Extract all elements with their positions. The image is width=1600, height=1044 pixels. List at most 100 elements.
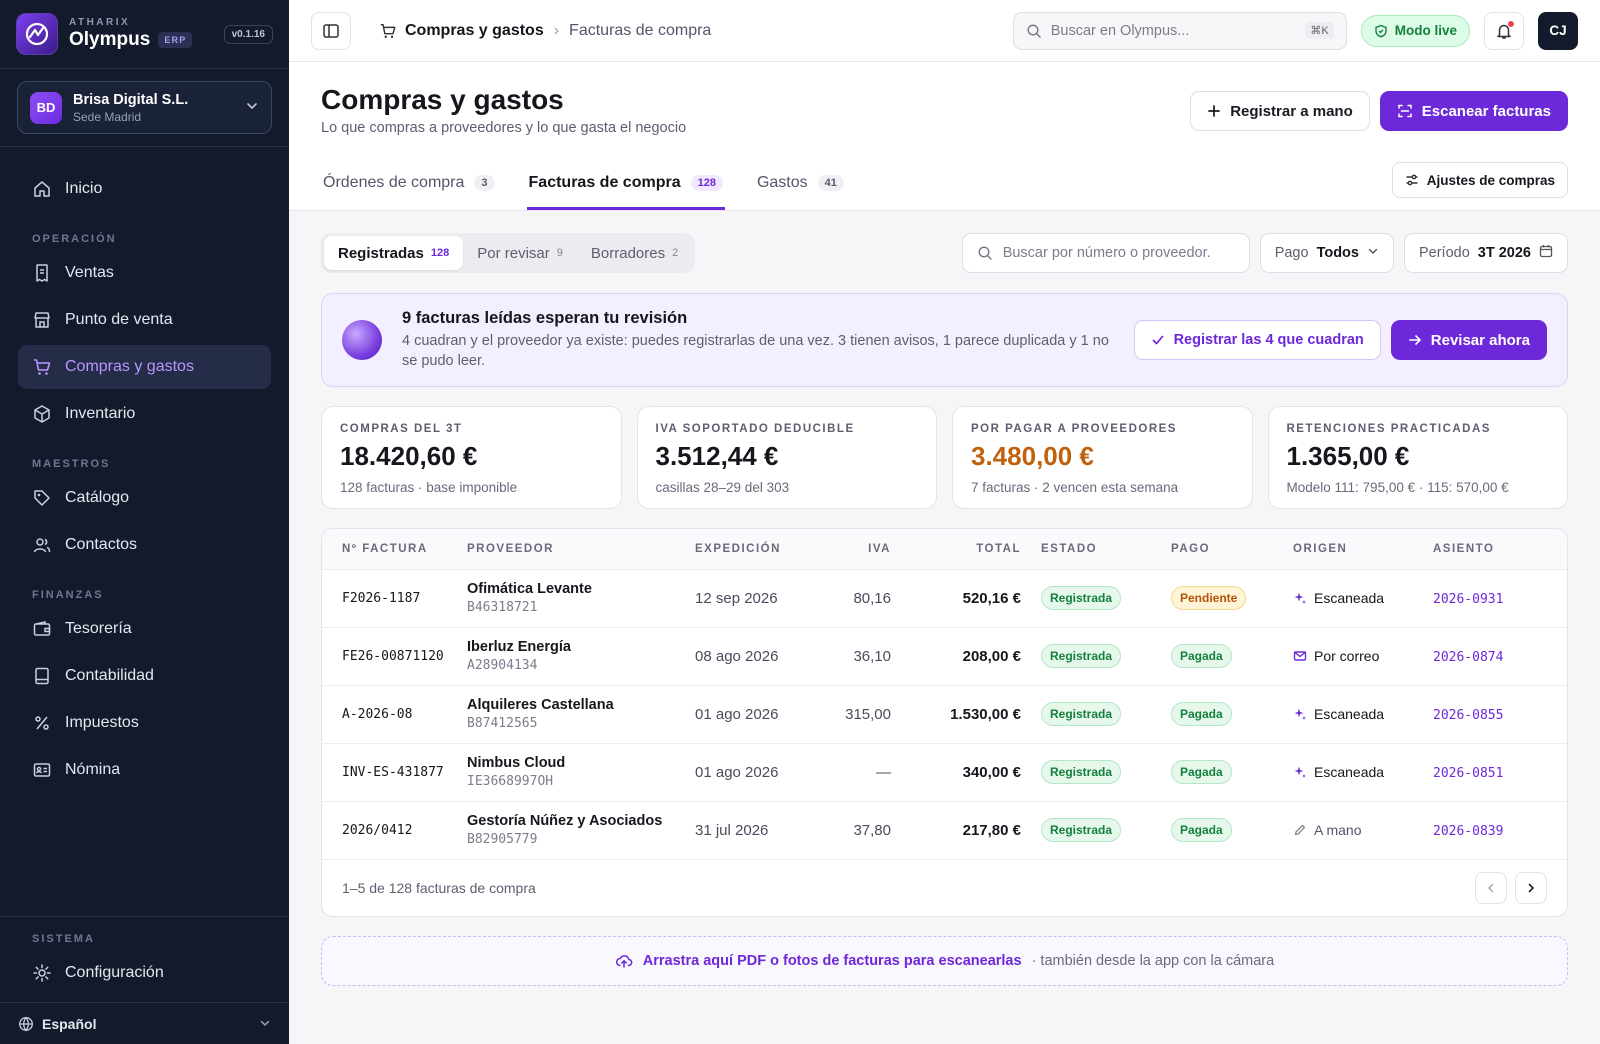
invoice-search-placeholder: Buscar por número o proveedor. [1002,245,1211,261]
company-name: Brisa Digital S.L. [73,91,189,108]
sidebar-item-impuestos[interactable]: Impuestos [18,701,271,745]
next-page-button[interactable] [1515,871,1547,904]
invoice-number: FE26-00871120 [322,627,457,686]
payment-filter-select[interactable]: Pago Todos [1259,233,1394,273]
main-area: Compras y gastos › Facturas de compra Bu… [289,0,1600,1044]
register-manual-label: Registrar a mano [1230,102,1353,120]
invoice-search-input[interactable]: Buscar por número o proveedor. [961,233,1250,273]
sidebar-item-inventario[interactable]: Inventario [18,392,271,436]
chevron-down-icon [1367,245,1379,261]
user-avatar[interactable]: CJ [1538,11,1578,50]
filters-bar: Registradas 128 Por revisar 9 Borradores… [321,233,1568,273]
column-header[interactable]: EXPEDICIÓN [685,529,811,570]
column-header[interactable]: Nº FACTURA [322,529,457,570]
column-header[interactable]: ESTADO [1031,529,1161,570]
register-matching-button[interactable]: Registrar las 4 que cuadran [1133,320,1381,360]
table-row[interactable]: 2026/0412 Gestoría Núñez y Asociados B82… [322,801,1567,860]
origin-text: Escaneada [1314,764,1385,780]
id-card-icon [33,763,51,777]
status-badge: Registrada [1041,644,1122,668]
segment-por-revisar[interactable]: Por revisar 9 [463,236,577,270]
sidebar-item-label: Tesorería [65,620,132,637]
column-header[interactable]: TOTAL [901,529,1031,570]
sidebar-item-catalogo[interactable]: Catálogo [18,476,271,520]
supplier-name: Alquileres Castellana [467,697,614,713]
language-selector[interactable]: Español [0,1002,289,1044]
scan-icon [1398,104,1412,118]
kpi-card-iva: IVA SOPORTADO DEDUCIBLE 3.512,44 € casil… [636,406,937,509]
supplier-tax-id: B87412565 [467,716,538,731]
journal-entry-link[interactable]: 2026-0839 [1433,824,1503,839]
notifications-button[interactable] [1484,11,1524,50]
sidebar-item-ventas[interactable]: Ventas [18,251,271,295]
column-header[interactable]: PAGO [1161,529,1283,570]
table-row[interactable]: F2026-1187 Ofimática Levante B46318721 1… [322,569,1567,628]
chevron-left-icon [1487,883,1494,892]
nav-section-sistema: SISTEMA [32,933,95,945]
column-header[interactable]: IVA [811,529,901,570]
segment-registradas[interactable]: Registradas 128 [324,236,464,270]
sidebar-item-contabilidad[interactable]: Contabilidad [18,654,271,698]
payment-cell: Pagada [1161,685,1283,744]
issue-date: 08 ago 2026 [685,627,811,686]
journal-entry-link[interactable]: 2026-0931 [1433,592,1503,607]
segment-borradores[interactable]: Borradores 2 [577,236,692,270]
scan-invoices-label: Escanear facturas [1421,102,1551,120]
table-row[interactable]: INV-ES-431877 Nimbus Cloud IE3668997OH 0… [322,743,1567,802]
sidebar-item-inicio[interactable]: Inicio [18,167,271,211]
status-cell: Registrada [1031,627,1161,686]
scan-invoices-button[interactable]: Escanear facturas [1379,91,1568,131]
column-header[interactable]: ORIGEN [1283,529,1423,570]
status-cell: Registrada [1031,569,1161,628]
banner-description: 4 cuadran y el proveedor ya existe: pued… [402,332,1109,369]
prev-page-button[interactable] [1475,871,1507,904]
kpi-label: RETENCIONES PRACTICADAS [1286,423,1491,435]
period-filter-label: Período [1418,245,1470,261]
supplier-cell: Ofimática Levante B46318721 [457,569,685,628]
column-header[interactable]: PROVEEDOR [457,529,685,570]
breadcrumb-parent[interactable]: Compras y gastos [405,22,544,40]
toggle-sidebar-button[interactable] [311,11,351,50]
ai-orb-icon [342,320,382,360]
sidebar-item-contactos[interactable]: Contactos [18,523,271,567]
table-row[interactable]: A-2026-08 Alquileres Castellana B8741256… [322,685,1567,744]
sidebar-item-tesoreria[interactable]: Tesorería [18,607,271,651]
tab-ordenes-de-compra[interactable]: Órdenes de compra 3 [321,158,497,210]
home-icon [34,181,50,197]
table-row[interactable]: FE26-00871120 Iberluz Energía A28904134 … [322,627,1567,686]
company-switcher[interactable]: BD Brisa Digital S.L. Sede Madrid [17,81,272,134]
global-search-input[interactable]: Buscar en Olympus... ⌘K [1012,11,1347,50]
sidebar-item-configuracion[interactable]: Configuración [18,951,271,995]
journal-entry-link[interactable]: 2026-0851 [1433,766,1503,781]
register-manual-button[interactable]: Registrar a mano [1190,91,1370,131]
percent-icon [35,716,49,730]
tab-facturas-de-compra[interactable]: Facturas de compra 128 [526,158,725,210]
shield-icon [1375,24,1387,38]
kpi-card-retenciones: RETENCIONES PRACTICADAS 1.365,00 € Model… [1267,406,1568,509]
live-mode-badge[interactable]: Modo live [1360,14,1470,47]
sidebar-item-punto-de-venta[interactable]: Punto de venta [18,298,271,342]
tabs-row: Órdenes de compra 3 Facturas de compra 1… [321,158,1568,210]
invoice-number: A-2026-08 [322,685,457,744]
purchase-settings-button[interactable]: Ajustes de compras [1391,162,1568,198]
page-content: Registradas 128 Por revisar 9 Borradores… [289,211,1600,986]
receipt-icon [36,264,48,282]
kpi-label: COMPRAS DEL 3T [340,423,463,435]
tab-gastos[interactable]: Gastos 41 [755,158,846,210]
sliders-icon [1406,174,1418,186]
kpi-sub: Modelo 111: 795,00 € · 115: 570,00 € [1286,480,1509,495]
invoice-dropzone[interactable]: Arrastra aquí PDF o fotos de facturas pa… [321,935,1568,986]
column-header[interactable]: ASIENTO [1423,529,1567,570]
review-now-button[interactable]: Revisar ahora [1390,320,1547,360]
sidebar-item-compras-y-gastos[interactable]: Compras y gastos [18,345,271,389]
chevron-down-icon [259,1016,271,1032]
journal-entry-link[interactable]: 2026-0874 [1433,650,1503,665]
sidebar-item-nomina[interactable]: Nómina [18,748,271,792]
period-filter-select[interactable]: Período 3T 2026 [1403,233,1568,273]
journal-entry-link[interactable]: 2026-0855 [1433,708,1503,723]
check-icon [1152,335,1163,345]
sidebar-item-label: Contabilidad [65,667,154,684]
plus-icon [1208,105,1221,117]
company-location: Sede Madrid [73,109,142,124]
pencil-icon [1294,824,1306,836]
